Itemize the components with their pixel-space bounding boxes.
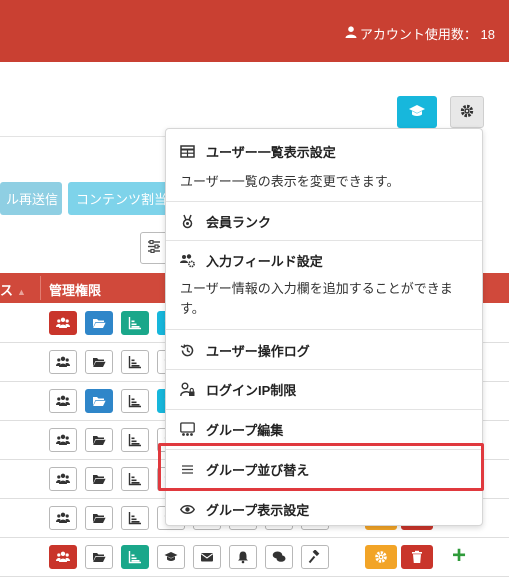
users-icon [56,472,70,486]
folder-permission-button[interactable] [85,389,113,413]
group-permission-button[interactable] [49,545,77,569]
folder-permission-button[interactable] [85,545,113,569]
delete-user-button[interactable] [401,545,433,569]
folder-icon [92,316,106,330]
menu-item-label: ユーザー一覧表示設定 [206,145,336,160]
course-permission-button[interactable] [157,545,185,569]
users-icon [56,433,70,447]
history-icon [180,343,198,359]
content-assign-button[interactable]: コンテンツ割当 [68,182,168,215]
col-admin-header: 管理権限 [49,283,102,298]
menu-item-member-rank[interactable]: 会員ランク [166,202,482,240]
group-permission-button[interactable] [49,428,77,452]
folder-icon [92,511,106,525]
chart-icon [128,394,142,408]
add-button[interactable]: + [452,541,466,571]
edit-user-button[interactable] [365,545,397,569]
report-permission-button[interactable] [121,428,149,452]
folder-icon [92,355,106,369]
notify-permission-button[interactable] [229,545,257,569]
menu-item-label: ログインIP制限 [206,383,297,398]
table-icon [180,144,198,160]
highlight-box [158,443,484,491]
chart-icon [128,511,142,525]
admin-permission-button[interactable] [301,545,329,569]
trash-icon [410,550,424,564]
group-permission-button[interactable] [49,389,77,413]
eye-icon [180,502,198,518]
group-permission-button[interactable] [49,506,77,530]
menu-item-label: グループ表示設定 [206,503,310,518]
menu-item-user-operation-log[interactable]: ユーザー操作ログ [166,330,482,368]
medal-icon [180,214,198,230]
folder-permission-button[interactable] [85,350,113,374]
graduation-cap-icon [164,550,178,564]
settings-button[interactable] [450,96,484,128]
users-icon [56,550,70,564]
sliders-icon [147,239,161,256]
folder-icon [92,394,106,408]
envelope-icon [200,550,214,564]
group-permission-button[interactable] [49,467,77,491]
col-status-header[interactable]: ス ▲ [0,280,26,299]
folder-icon [92,550,106,564]
account-usage: アカウント使用数： 18 [345,24,495,43]
menu-item-label: ユーザー操作ログ [206,344,310,359]
users-icon [56,394,70,408]
report-permission-button[interactable] [121,506,149,530]
report-permission-button[interactable] [121,467,149,491]
users-icon [56,355,70,369]
sort-asc-icon: ▲ [17,287,26,297]
chart-icon [128,355,142,369]
folder-permission-button[interactable] [85,467,113,491]
report-permission-button[interactable] [121,350,149,374]
table-row: + [0,538,509,577]
chart-icon [128,550,142,564]
menu-item-label: 入力フィールド設定 [206,254,323,269]
folder-icon [92,472,106,486]
users-cog-icon [180,253,198,269]
report-permission-button[interactable] [121,311,149,335]
users-icon [56,511,70,525]
folder-permission-button[interactable] [85,311,113,335]
users-icon [56,316,70,330]
menu-item-label: グループ編集 [206,423,284,438]
menu-item-desc: ユーザー一覧の表示を変更できます。 [180,174,400,189]
folder-icon [92,433,106,447]
bell-icon [236,550,250,564]
menu-item-input-field-settings[interactable]: 入力フィールド設定 ユーザー情報の入力欄を追加することができます。 [166,241,482,327]
header-divider [40,276,41,300]
folder-permission-button[interactable] [85,506,113,530]
menu-item-user-list-settings[interactable]: ユーザー一覧表示設定 ユーザー一覧の表示を変更できます。 [166,129,482,195]
gavel-icon [308,550,322,564]
folder-permission-button[interactable] [85,428,113,452]
menu-item-label: 会員ランク [206,215,272,230]
account-usage-text: アカウント使用数： 18 [359,27,495,42]
gear-icon [374,550,388,564]
chat-permission-button[interactable] [265,545,293,569]
group-permission-button[interactable] [49,350,77,374]
chart-icon [128,433,142,447]
report-permission-button[interactable] [121,389,149,413]
gear-icon [460,104,474,121]
course-button[interactable] [397,96,437,128]
user-lock-icon [180,382,198,398]
top-bar: アカウント使用数： 18 [0,0,509,62]
chart-icon [128,316,142,330]
group-icon [180,422,198,438]
menu-item-group-display-settings[interactable]: グループ表示設定 [166,490,482,526]
filter-button[interactable] [140,232,168,264]
resend-mail-button[interactable]: ル再送信 [0,182,62,215]
mail-permission-button[interactable] [193,545,221,569]
user-icon [345,26,357,41]
menu-item-desc: ユーザー情報の入力欄を追加することができます。 [180,281,453,316]
report-permission-button[interactable] [121,545,149,569]
menu-item-login-ip-restriction[interactable]: ログインIP制限 [166,370,482,408]
comments-icon [272,550,286,564]
group-permission-button[interactable] [49,311,77,335]
graduation-cap-icon [408,104,426,121]
chart-icon [128,472,142,486]
